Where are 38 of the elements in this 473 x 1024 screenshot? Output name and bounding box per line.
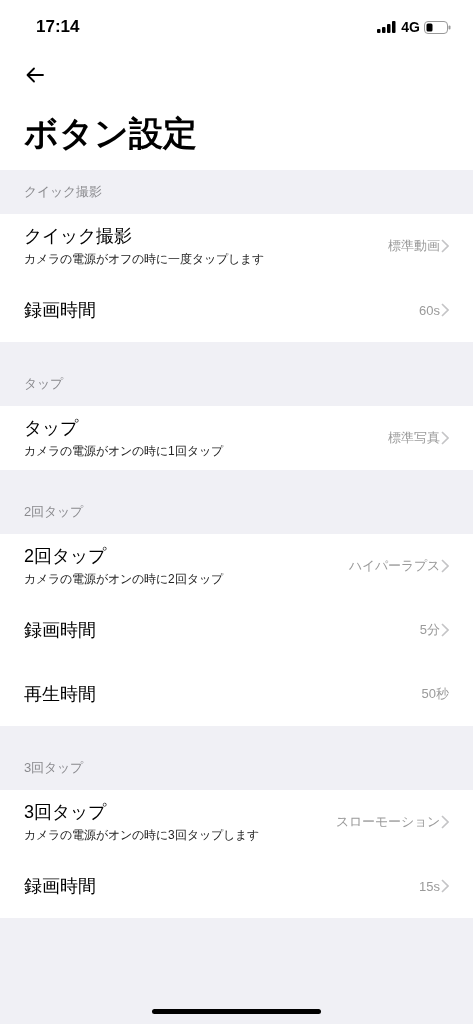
- row-value: スローモーション: [336, 813, 440, 831]
- row-label: 再生時間: [24, 683, 96, 706]
- settings-row[interactable]: タップ カメラの電源がオンの時に1回タップ 標準写真: [0, 406, 473, 470]
- row-value: 5分: [419, 621, 440, 639]
- settings-row[interactable]: 録画時間 15s: [0, 854, 473, 918]
- section-header: 2回タップ: [24, 503, 84, 521]
- network-type: 4G: [401, 19, 420, 35]
- settings-row[interactable]: 2回タップ カメラの電源がオンの時に2回タップ ハイパーラプス: [0, 534, 473, 598]
- row-value: 60s: [419, 302, 440, 318]
- row-label: クイック撮影: [24, 225, 133, 248]
- row-label: タップ: [24, 417, 80, 440]
- settings-row[interactable]: 再生時間 50秒: [0, 662, 473, 726]
- row-value: ハイパーラプス: [349, 557, 440, 575]
- section-header: 3回タップ: [24, 759, 84, 777]
- row-label: 録画時間: [24, 875, 96, 898]
- back-arrow-icon[interactable]: [26, 67, 44, 83]
- battery-icon: [424, 20, 451, 34]
- row-label: 録画時間: [24, 619, 96, 642]
- signal-icon: [377, 21, 398, 33]
- row-label: 3回タップ: [24, 801, 108, 824]
- row-subtitle: カメラの電源がオンの時に1回タップ: [24, 443, 223, 460]
- row-subtitle: カメラの電源がオフの時に一度タップします: [24, 251, 264, 268]
- page-title: ボタン設定: [23, 113, 198, 154]
- status-time: 17:14: [36, 17, 80, 37]
- section-header: クイック撮影: [24, 183, 102, 201]
- settings-row[interactable]: 録画時間 60s: [0, 278, 473, 342]
- row-label: 2回タップ: [24, 545, 108, 568]
- settings-row[interactable]: 録画時間 5分: [0, 598, 473, 662]
- row-label: 録画時間: [24, 299, 96, 322]
- section-header: タップ: [24, 375, 63, 393]
- row-subtitle: カメラの電源がオンの時に3回タップします: [24, 827, 259, 844]
- settings-row[interactable]: 3回タップ カメラの電源がオンの時に3回タップします スローモーション: [0, 790, 473, 854]
- settings-row[interactable]: クイック撮影 カメラの電源がオフの時に一度タップします 標準動画: [0, 214, 473, 278]
- row-value: 50秒: [421, 685, 449, 703]
- row-value: 標準動画: [388, 237, 440, 255]
- row-value: 標準写真: [388, 429, 440, 447]
- row-subtitle: カメラの電源がオンの時に2回タップ: [24, 571, 223, 588]
- row-value: 15s: [419, 878, 440, 894]
